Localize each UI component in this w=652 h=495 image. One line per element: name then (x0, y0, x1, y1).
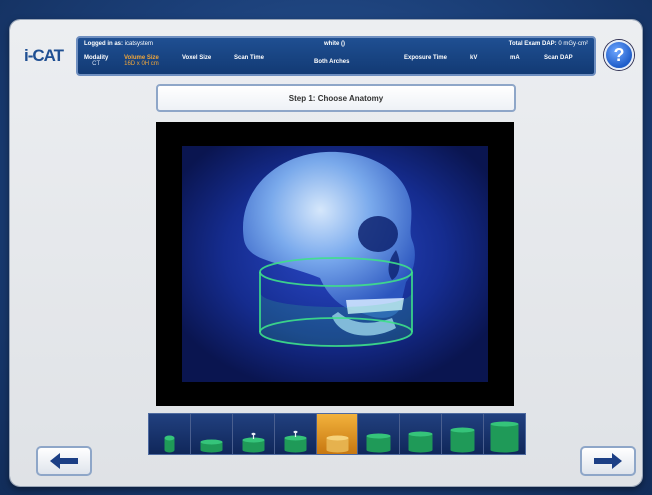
logged-in-info: Logged in as: icatsystem (84, 41, 154, 47)
cylinder-icon (408, 431, 433, 453)
arches-value: Both Arches (314, 59, 350, 65)
scan-info-bar: Logged in as: icatsystem white () Total … (76, 36, 596, 76)
back-button[interactable] (36, 446, 92, 476)
cylinder-icon (326, 435, 349, 453)
patient-name: white () (324, 41, 345, 47)
volume-option-7[interactable] (400, 414, 443, 454)
volume-option-6[interactable] (358, 414, 401, 454)
cylinder-icon (450, 427, 475, 453)
volume-size-field: Volume Size 16D x 0H cm (124, 55, 159, 67)
total-dap: Total Exam DAP: 0 mGy·cm² (508, 41, 588, 47)
cylinder-icon (164, 435, 175, 453)
volume-option-3[interactable] (232, 414, 275, 454)
volume-option-9[interactable] (484, 414, 526, 454)
volume-size-selector (148, 413, 526, 455)
arrow-right-icon (594, 453, 622, 469)
volume-option-8[interactable] (442, 414, 485, 454)
svg-text:i-CAT: i-CAT (24, 46, 65, 65)
anatomy-viewer[interactable] (156, 122, 514, 406)
scan-dap-label: Scan DAP (544, 55, 573, 61)
volume-option-1[interactable] (149, 414, 191, 454)
cylinder-icon (200, 439, 223, 453)
ma-label: mA (510, 55, 520, 61)
volume-option-5[interactable] (316, 414, 359, 454)
skull-render (182, 146, 488, 382)
icat-logo: i-CAT (24, 44, 72, 66)
cylinder-icon (284, 430, 307, 453)
eye-socket (358, 216, 398, 252)
kv-label: kV (470, 55, 478, 61)
cylinder-icon (242, 432, 265, 453)
exposure-time-label: Exposure Time (404, 55, 447, 61)
help-button[interactable]: ? (604, 40, 634, 70)
modality-field: Modality CT (84, 55, 109, 67)
volume-option-4[interactable] (274, 414, 317, 454)
scan-time-label: Scan Time (234, 55, 264, 61)
arrow-left-icon (50, 453, 78, 469)
cylinder-icon (366, 433, 391, 453)
next-button[interactable] (580, 446, 636, 476)
cylinder-icon (490, 421, 519, 453)
voxel-size-label: Voxel Size (182, 55, 212, 61)
volume-option-2[interactable] (190, 414, 233, 454)
step-title: Step 1: Choose Anatomy (156, 84, 516, 112)
